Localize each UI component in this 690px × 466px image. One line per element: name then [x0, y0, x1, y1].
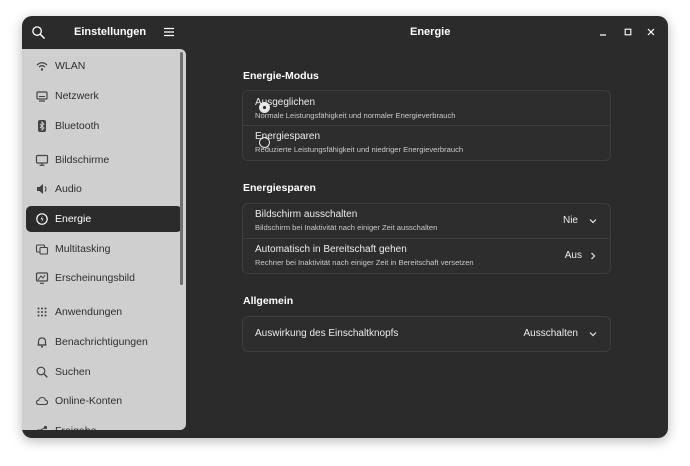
- power-button-row[interactable]: Auswirkung des Einschaltknopfs Ausschalt…: [243, 317, 610, 351]
- minimize-icon[interactable]: [598, 27, 608, 37]
- power-mode-option-saving[interactable]: Energiesparen Reduzierte Leistungsfähigk…: [243, 126, 610, 160]
- page-title: Energie: [410, 26, 451, 38]
- sidebar: WLAN Netzwerk Bluetooth Bildschirme Audi…: [22, 49, 186, 430]
- settings-window: Einstellungen Energie WLAN Netzwerk Blue…: [22, 16, 668, 438]
- option-title: Energiesparen: [255, 131, 321, 142]
- sidebar-item-netzwerk[interactable]: Netzwerk: [26, 83, 182, 109]
- option-title: Ausgeglichen: [255, 97, 316, 108]
- sidebar-item-label: Bluetooth: [55, 120, 100, 132]
- sidebar-item-bluetooth[interactable]: Bluetooth: [26, 113, 182, 139]
- sidebar-item-multitasking[interactable]: Multitasking: [26, 236, 182, 262]
- sidebar-item-audio[interactable]: Audio: [26, 176, 182, 202]
- maximize-icon[interactable]: [623, 27, 633, 37]
- power-mode-option-balanced[interactable]: Ausgeglichen Normale Leistungsfähigkeit …: [243, 91, 610, 125]
- chevron-right-icon[interactable]: [588, 251, 598, 261]
- screen-off-value[interactable]: Nie: [563, 215, 578, 226]
- section-heading-power-saving: Energiesparen: [243, 182, 316, 194]
- sidebar-item-label: Bildschirme: [55, 154, 110, 166]
- sidebar-item-label: Erscheinungsbild: [55, 272, 135, 284]
- sidebar-item-label: Multitasking: [55, 243, 111, 255]
- menu-icon[interactable]: [163, 26, 175, 38]
- chevron-down-icon[interactable]: [588, 216, 598, 226]
- row-subtitle: Rechner bei Inaktivität nach einiger Zei…: [255, 258, 474, 267]
- sidebar-item-label: Energie: [55, 213, 92, 225]
- sidebar-item-freigabe[interactable]: Freigabe: [26, 418, 182, 430]
- wifi-icon: [36, 62, 48, 71]
- power-button-value[interactable]: Ausschalten: [524, 328, 578, 339]
- search-icon[interactable]: [31, 25, 46, 40]
- sidebar-item-label: Online-Konten: [55, 395, 123, 407]
- close-icon[interactable]: [646, 27, 656, 37]
- sidebar-item-energie[interactable]: Energie: [26, 206, 182, 232]
- sidebar-item-wlan[interactable]: WLAN: [26, 53, 182, 79]
- option-subtitle: Normale Leistungsfähigkeit und normaler …: [255, 111, 456, 120]
- sidebar-item-erscheinungsbild[interactable]: Erscheinungsbild: [26, 265, 182, 291]
- appearance-icon: [35, 272, 49, 284]
- sidebar-title: Einstellungen: [74, 26, 147, 38]
- option-subtitle: Reduzierte Leistungsfähigkeit und niedri…: [255, 145, 464, 154]
- display-icon: [35, 154, 49, 166]
- auto-suspend-row[interactable]: Automatisch in Bereitschaft gehen Rechne…: [243, 239, 610, 273]
- sidebar-item-anwendungen[interactable]: Anwendungen: [26, 299, 182, 325]
- row-title: Bildschirm ausschalten: [255, 209, 358, 220]
- share-icon: [37, 425, 48, 430]
- section-heading-power-mode: Energie-Modus: [243, 70, 319, 82]
- sidebar-item-label: Benachrichtigungen: [55, 336, 148, 348]
- row-title: Automatisch in Bereitschaft gehen: [255, 244, 407, 255]
- sidebar-item-label: Netzwerk: [55, 90, 99, 102]
- auto-suspend-value: Aus: [564, 250, 582, 261]
- power-saving-card: Bildschirm ausschalten Bildschirm bei In…: [242, 203, 611, 274]
- apps-grid-icon: [37, 307, 47, 317]
- row-title: Auswirkung des Einschaltknopfs: [255, 328, 399, 339]
- sidebar-item-label: Audio: [55, 183, 82, 195]
- sidebar-item-label: WLAN: [55, 60, 86, 72]
- bluetooth-icon: [38, 120, 46, 132]
- power-icon: [36, 213, 48, 225]
- sidebar-item-online-konten[interactable]: Online-Konten: [26, 388, 182, 414]
- section-heading-general: Allgemein: [243, 295, 294, 307]
- bell-icon: [37, 337, 47, 348]
- chevron-down-icon[interactable]: [588, 329, 598, 339]
- general-card: Auswirkung des Einschaltknopfs Ausschalt…: [242, 316, 611, 352]
- main-header: Energie: [186, 16, 668, 49]
- sidebar-item-label: Suchen: [55, 366, 91, 378]
- sidebar-header: Einstellungen: [22, 16, 186, 49]
- sidebar-item-label: Freigabe: [55, 418, 96, 430]
- screen-off-row[interactable]: Bildschirm ausschalten Bildschirm bei In…: [243, 204, 610, 238]
- sidebar-item-label: Anwendungen: [55, 306, 123, 318]
- speaker-icon: [37, 184, 47, 194]
- network-icon: [36, 91, 48, 102]
- search-icon: [36, 366, 48, 378]
- multitasking-icon: [35, 244, 49, 255]
- sidebar-item-suchen[interactable]: Suchen: [26, 359, 182, 385]
- cloud-icon: [35, 396, 49, 406]
- power-mode-card: Ausgeglichen Normale Leistungsfähigkeit …: [242, 90, 611, 161]
- row-subtitle: Bildschirm bei Inaktivität nach einiger …: [255, 223, 438, 232]
- sidebar-item-benachrichtigungen[interactable]: Benachrichtigungen: [26, 329, 182, 355]
- sidebar-scrollbar[interactable]: [180, 52, 183, 285]
- sidebar-item-bildschirme[interactable]: Bildschirme: [26, 147, 182, 173]
